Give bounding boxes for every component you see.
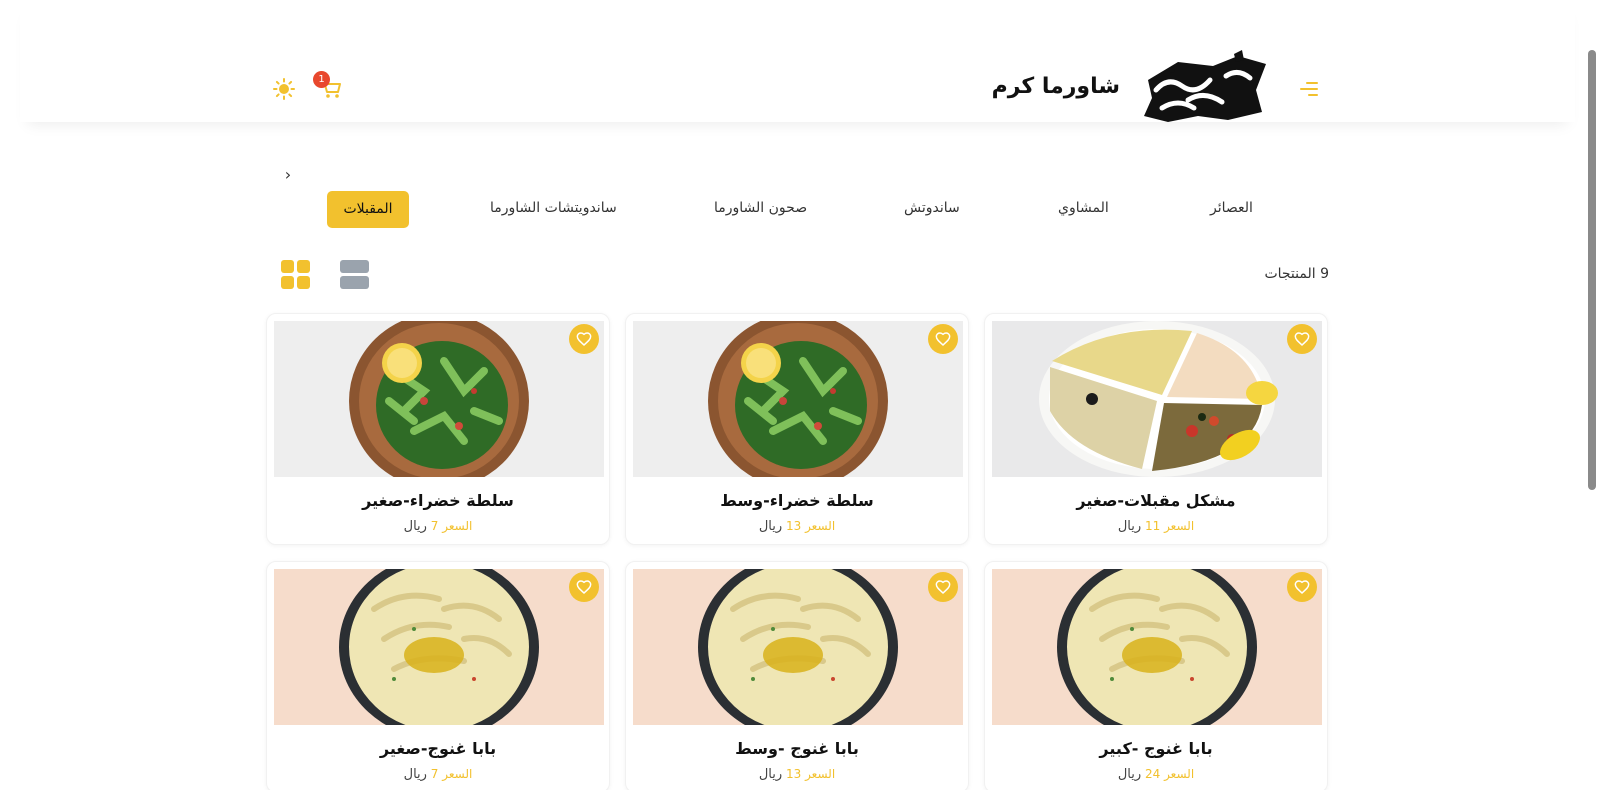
product-title: بابا غنوج-صغير xyxy=(379,739,497,758)
product-card[interactable]: بابا غنوج-صغير السعر 7 ريال xyxy=(266,561,610,790)
product-title: سلطة خضراء-صغير xyxy=(362,491,514,510)
product-title: سلطة خضراء-وسط xyxy=(720,491,874,510)
scrollbar[interactable] xyxy=(1588,50,1596,490)
tab-shawarma-sandwiches[interactable]: ساندويتشات الشاورما xyxy=(490,200,617,216)
product-price: السعر 7 ريال xyxy=(403,767,473,782)
heart-icon[interactable] xyxy=(928,572,958,602)
heart-icon[interactable] xyxy=(1287,324,1317,354)
header-bar xyxy=(20,0,1575,122)
theme-toggle-icon[interactable] xyxy=(273,78,295,100)
product-price: السعر 13 ريال xyxy=(758,519,836,534)
green-salad-image xyxy=(633,321,963,477)
product-price: السعر 24 ريال xyxy=(1117,767,1195,782)
page: شاورما كرم 1 › العصائر المشاوي ساندوتش ص… xyxy=(0,0,1600,790)
list-view-icon[interactable] xyxy=(340,260,369,289)
product-card[interactable]: مشكل مقبلات-صغير السعر 11 ريال xyxy=(984,313,1328,545)
baba-ghanoush-image xyxy=(274,569,604,725)
product-price: السعر 7 ريال xyxy=(403,519,473,534)
product-price: السعر 13 ريال xyxy=(758,767,836,782)
product-price: السعر 11 ريال xyxy=(1117,519,1195,534)
product-card[interactable]: بابا غنوج -كبير السعر 24 ريال xyxy=(984,561,1328,790)
baba-ghanoush-image xyxy=(633,569,963,725)
logo[interactable] xyxy=(1138,50,1270,126)
heart-icon[interactable] xyxy=(928,324,958,354)
cart-badge: 1 xyxy=(313,71,330,88)
baba-ghanoush-image xyxy=(992,569,1322,725)
heart-icon[interactable] xyxy=(1287,572,1317,602)
grid-view-icon[interactable] xyxy=(281,260,310,289)
product-card[interactable]: سلطة خضراء-صغير السعر 7 ريال xyxy=(266,313,610,545)
tab-shawarma-plates[interactable]: صحون الشاورما xyxy=(714,200,807,216)
heart-icon[interactable] xyxy=(569,572,599,602)
tab-appetizers[interactable]: المقبلات xyxy=(327,191,409,228)
product-card[interactable]: سلطة خضراء-وسط السعر 13 ريال xyxy=(625,313,969,545)
products-count: 9 المنتجات xyxy=(1264,266,1329,282)
green-salad-image xyxy=(274,321,604,477)
product-card[interactable]: بابا غنوج -وسط السعر 13 ريال xyxy=(625,561,969,790)
product-title: مشكل مقبلات-صغير xyxy=(1076,491,1236,510)
tab-sandwich[interactable]: ساندوتش xyxy=(904,200,960,216)
heart-icon[interactable] xyxy=(569,324,599,354)
menu-icon[interactable] xyxy=(1300,82,1318,96)
product-title: بابا غنوج -كبير xyxy=(1099,739,1213,758)
tab-juices[interactable]: العصائر xyxy=(1210,200,1253,216)
chevron-right-icon[interactable]: › xyxy=(279,166,297,184)
brand-name: شاورما كرم xyxy=(991,74,1120,99)
tab-grills[interactable]: المشاوي xyxy=(1058,200,1109,216)
product-title: بابا غنوج -وسط xyxy=(735,739,859,758)
mezze-platter-image xyxy=(992,321,1322,477)
